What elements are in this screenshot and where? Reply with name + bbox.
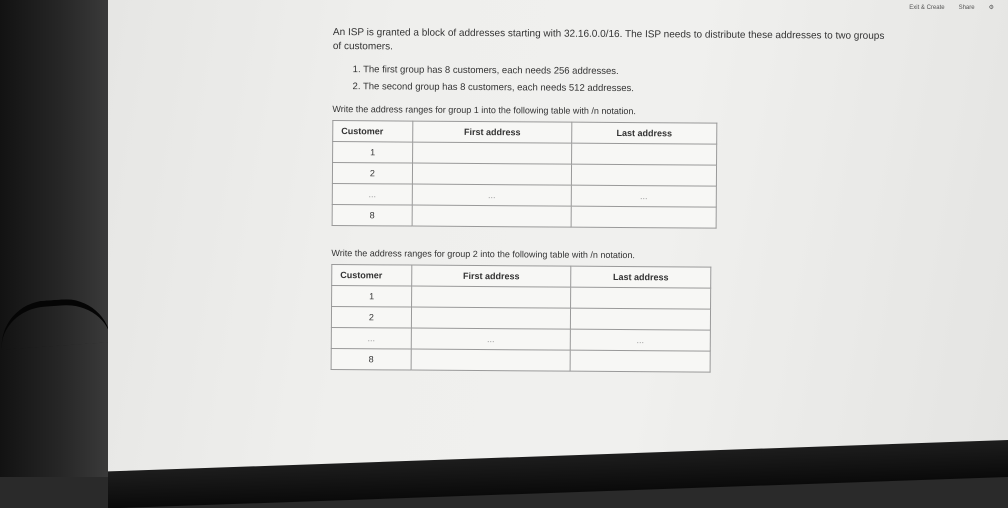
exit-create-button[interactable]: Exit & Create [909,5,944,11]
customer-cell: 2 [331,306,412,329]
group1-table: Customer First address Last address 1 2 … [331,119,718,229]
customer-cell: ... [331,327,412,350]
list-item: 1. The first group has 8 customers, each… [352,64,619,77]
customer-header: Customer [332,120,413,143]
table-row: 8 [332,204,717,229]
customer-cell: 8 [332,204,413,227]
customer-cell: 2 [332,162,413,185]
last-address-cell[interactable] [570,350,711,373]
last-address-cell[interactable] [570,308,711,331]
group2-instruction: Write the address ranges for group 2 int… [331,247,635,261]
table-row: ... ... ... [332,183,717,208]
table-header-row: Customer First address Last address [331,264,711,289]
table-row: 1 [331,285,711,310]
table-row: 8 [331,348,711,373]
first-address-header: First address [411,265,571,288]
first-address-cell[interactable] [411,349,571,372]
last-address-cell[interactable]: ... [570,329,711,352]
first-address-cell[interactable] [412,205,572,228]
last-address-header: Last address [571,122,717,145]
toolbar: Exit & Create Share ⚙ [909,4,994,12]
first-address-cell[interactable] [412,163,572,186]
first-address-cell[interactable] [411,307,571,330]
first-address-cell[interactable]: ... [411,328,571,351]
first-address-header: First address [412,121,572,144]
question-list: 1. The first group has 8 customers, each… [353,62,933,98]
table-row: 2 [331,306,711,331]
first-address-cell[interactable]: ... [412,184,572,207]
last-address-cell[interactable]: ... [571,185,717,208]
customer-cell: 1 [331,285,412,308]
group1-instruction: Write the address ranges for group 1 int… [332,103,636,117]
customer-cell: 8 [331,348,412,371]
customer-cell: ... [332,183,413,206]
last-address-header: Last address [570,266,711,289]
share-button[interactable]: Share [959,5,975,11]
last-address-cell[interactable] [571,143,717,166]
question-content: An ISP is granted a block of addresses s… [330,26,933,374]
customer-header: Customer [331,264,412,287]
group2-table: Customer First address Last address 1 2 … [330,263,712,373]
table-row: 2 [332,162,717,187]
first-address-cell[interactable] [412,142,572,165]
question-text: An ISP is granted a block of addresses s… [332,26,885,53]
last-address-cell[interactable] [571,206,717,229]
table-row: 1 [332,141,717,166]
first-address-cell[interactable] [411,286,571,309]
customer-cell: 1 [332,141,413,164]
table-row: ... ... ... [331,327,711,352]
monitor-bezel-left [0,0,108,477]
settings-icon[interactable]: ⚙ [989,4,994,11]
last-address-cell[interactable] [570,287,711,310]
table-header-row: Customer First address Last address [332,120,717,145]
list-item: 2. The second group has 8 customers, eac… [352,81,634,95]
last-address-cell[interactable] [571,164,717,187]
